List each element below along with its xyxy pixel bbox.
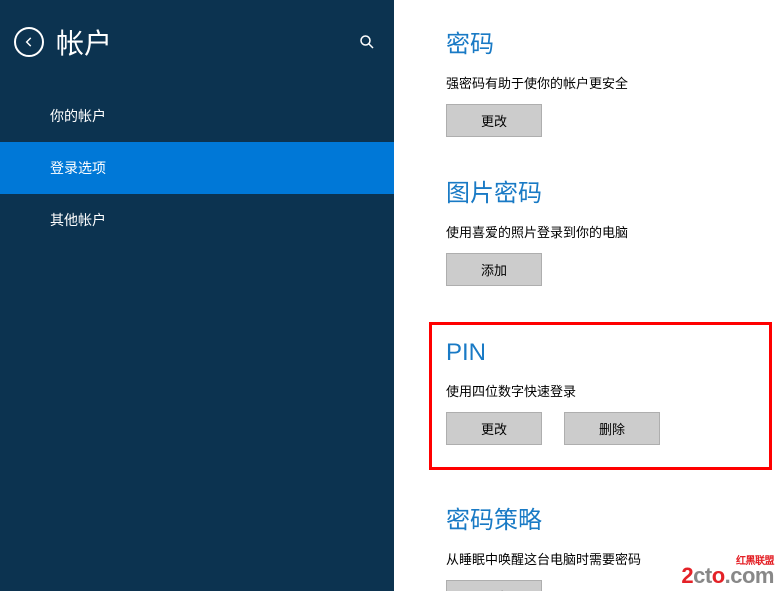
sidebar-item-other-accounts[interactable]: 其他帐户 [0,194,394,246]
change-policy-button[interactable]: 更改 [446,580,542,591]
sidebar-item-your-account[interactable]: 你的帐户 [0,90,394,142]
page-title: 帐户 [56,22,112,62]
arrow-left-icon [22,35,36,49]
section-title-pin: PIN [446,339,755,367]
change-pin-button[interactable]: 更改 [446,412,542,445]
section-title-password-policy: 密码策略 [446,500,752,535]
section-desc-picture-password: 使用喜爱的照片登录到你的电脑 [446,222,752,241]
sidebar-header: 帐户 [0,0,394,90]
add-picture-password-button[interactable]: 添加 [446,253,542,286]
section-desc-pin: 使用四位数字快速登录 [446,381,755,400]
section-desc-password: 强密码有助于使你的帐户更安全 [446,73,752,92]
section-password: 密码 强密码有助于使你的帐户更安全 更改 [446,24,752,137]
content-panel: 密码 强密码有助于使你的帐户更安全 更改 图片密码 使用喜爱的照片登录到你的电脑… [394,0,778,591]
section-title-password: 密码 [446,24,752,59]
sidebar-item-signin-options[interactable]: 登录选项 [0,142,394,194]
section-title-picture-password: 图片密码 [446,173,752,208]
watermark: 红黑联盟 2cto.com [681,557,774,587]
section-picture-password: 图片密码 使用喜爱的照片登录到你的电脑 添加 [446,173,752,286]
highlight-box-pin: PIN 使用四位数字快速登录 更改 删除 [429,322,772,470]
change-password-button[interactable]: 更改 [446,104,542,137]
delete-pin-button[interactable]: 删除 [564,412,660,445]
sidebar: 帐户 你的帐户 登录选项 其他帐户 [0,0,394,591]
search-icon[interactable] [358,33,376,51]
sidebar-header-left: 帐户 [14,22,112,62]
back-button[interactable] [14,27,44,57]
